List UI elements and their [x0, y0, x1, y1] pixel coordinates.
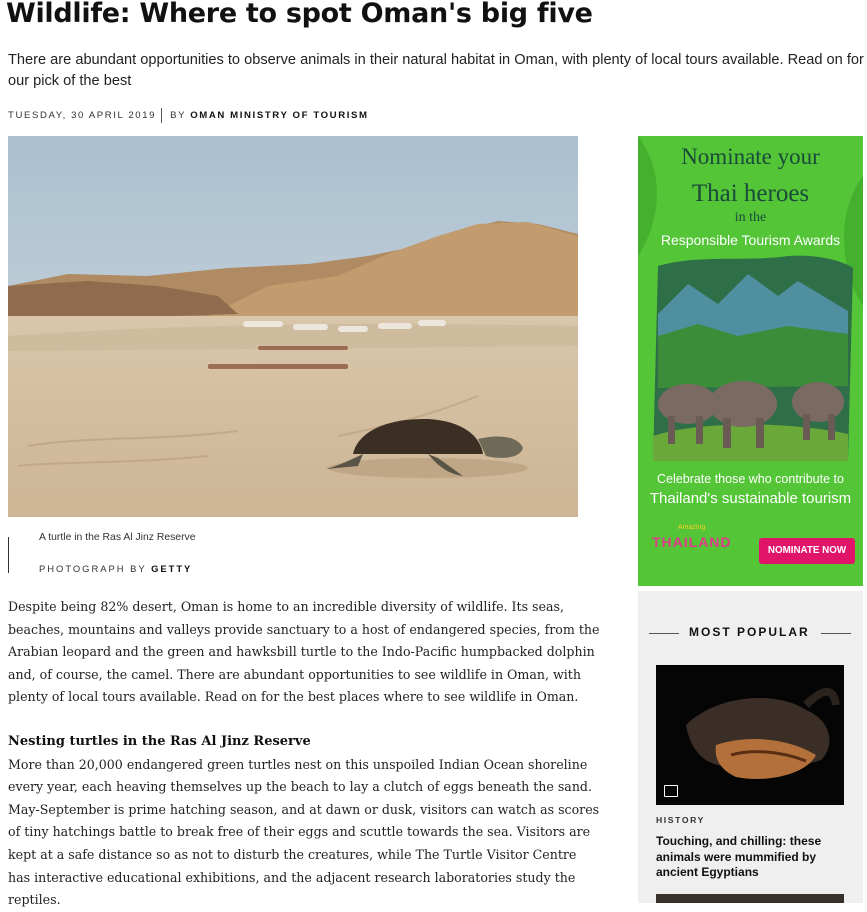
most-popular-heading: MOST POPULAR	[689, 625, 810, 639]
advertisement-banner[interactable]: Nominate your Thai heroes in the Respons…	[638, 136, 863, 586]
ad-line-1: Nominate your	[681, 144, 820, 169]
logo-tagline: Amazing	[678, 524, 706, 531]
ad-line-5: Celebrate those who contribute to	[657, 472, 844, 486]
popular-item-2-image[interactable]	[656, 894, 844, 903]
credit-source: GETTY	[151, 563, 193, 574]
popular-item-title[interactable]: Touching, and chilling: these animals we…	[656, 834, 836, 881]
ad-line-3: in the	[734, 210, 767, 225]
section-heading: Nesting turtles in the Ras Al Jinz Reser…	[8, 733, 311, 749]
heading-rule-left	[649, 633, 679, 634]
popular-item-category[interactable]: HISTORY	[656, 815, 705, 825]
ad-line-4: Responsible Tourism Awards	[660, 232, 841, 248]
article-title: Wildlife: Where to spot Oman's big five	[6, 0, 593, 29]
nominate-now-button[interactable]: NOMINATE NOW	[759, 538, 855, 564]
intro-paragraph: Despite being 82% desert, Oman is home t…	[8, 599, 600, 705]
article-meta: TUESDAY, 30 APRIL 2019 BY OMAN MINISTRY O…	[8, 108, 369, 123]
meta-divider	[161, 108, 163, 123]
ad-line-6: Thailand's sustainable tourism	[649, 490, 852, 507]
most-popular-sidebar: MOST POPULAR HISTORY Touching, and chill…	[638, 591, 863, 903]
heading-rule-right	[821, 633, 851, 634]
popular-item-image[interactable]	[656, 665, 844, 805]
image-credit: PHOTOGRAPH BY GETTY	[39, 563, 192, 574]
caption-divider	[8, 537, 9, 573]
by-label: BY	[170, 110, 186, 122]
logo-text: THAILAND	[652, 534, 732, 550]
credit-label: PHOTOGRAPH BY	[39, 563, 147, 574]
article-body: Despite being 82% desert, Oman is home t…	[8, 596, 600, 912]
thailand-logo: Amazing THAILAND	[652, 524, 744, 550]
gallery-icon	[664, 785, 678, 797]
article-author[interactable]: OMAN MINISTRY OF TOURISM	[190, 110, 368, 121]
article-date: TUESDAY, 30 APRIL 2019	[8, 110, 157, 122]
article-subtitle: There are abundant opportunities to obse…	[8, 52, 864, 89]
hero-image-turtle-beach	[8, 136, 578, 517]
ad-line-2: Thai heroes	[691, 180, 810, 207]
mummified-animal-image	[656, 665, 844, 805]
image-caption: A turtle in the Ras Al Jinz Reserve	[39, 532, 196, 543]
section-paragraph: More than 20,000 endangered green turtle…	[8, 756, 600, 908]
